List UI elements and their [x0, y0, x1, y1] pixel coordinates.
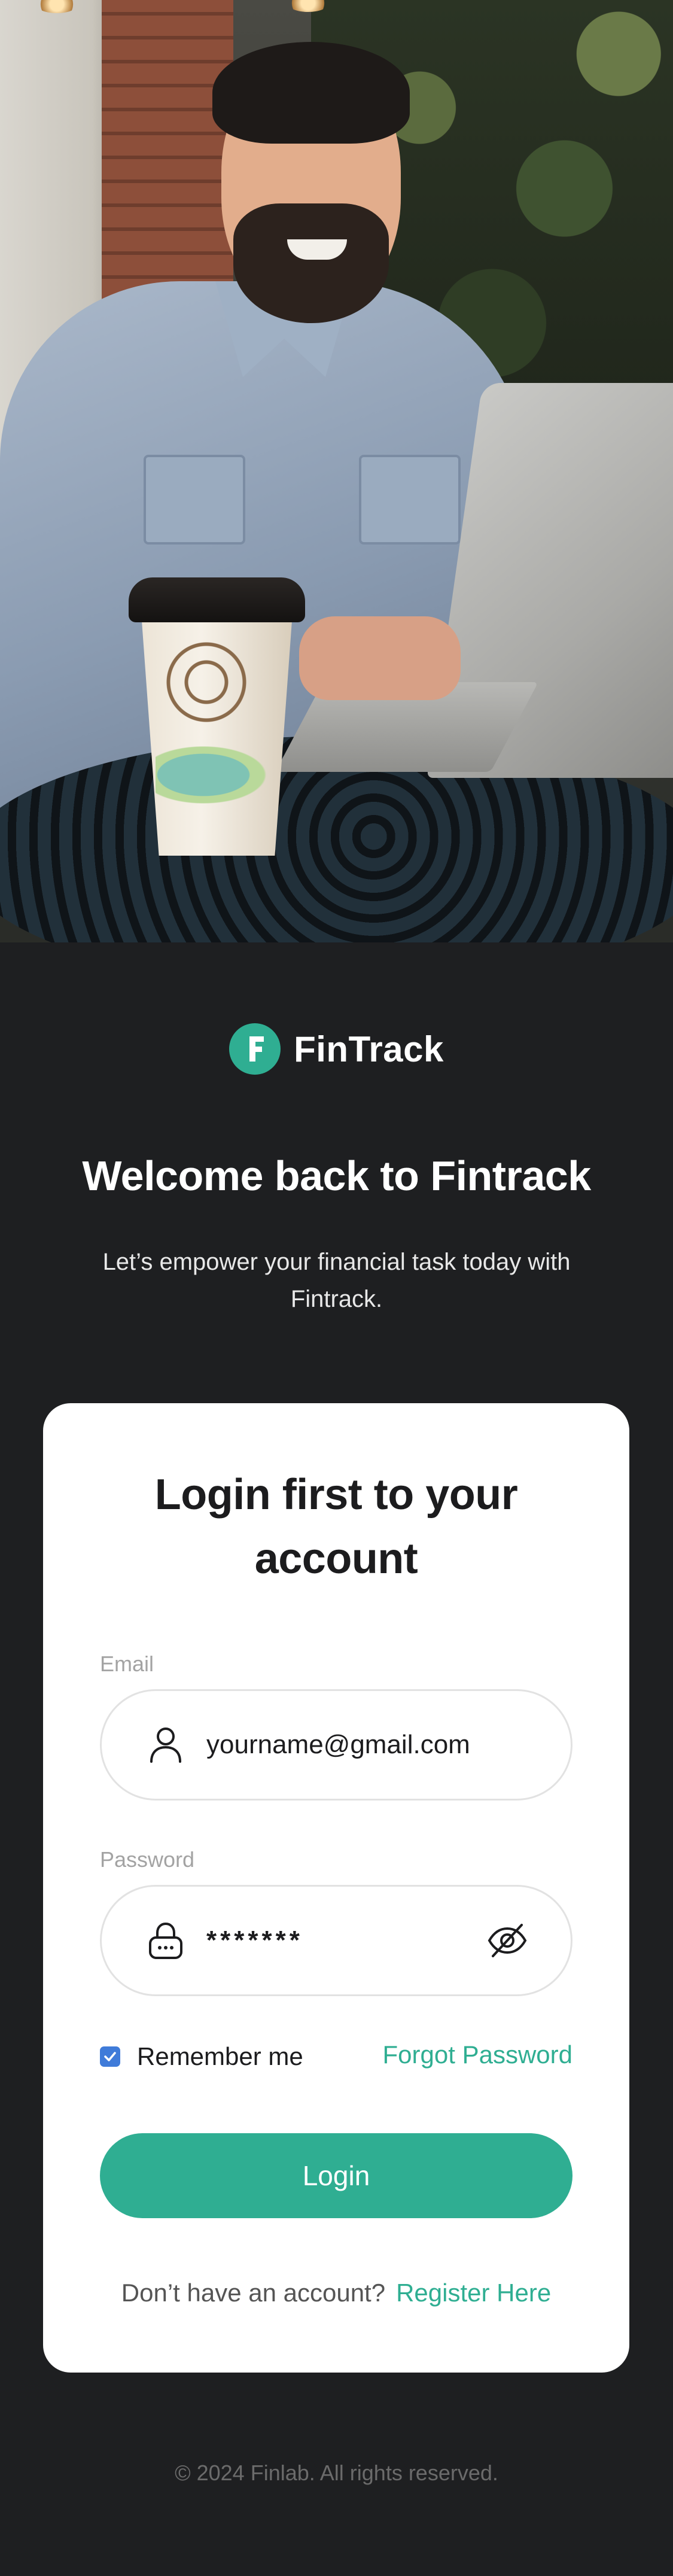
email-value[interactable]: yourname@gmail.com	[206, 1730, 571, 1760]
register-row: Don’t have an account? Register Here	[43, 2279, 629, 2307]
password-field[interactable]: *******	[100, 1885, 572, 1996]
forgot-password-link[interactable]: Forgot Password	[383, 2040, 572, 2069]
register-link[interactable]: Register Here	[396, 2279, 551, 2307]
email-field[interactable]: yourname@gmail.com	[100, 1689, 572, 1801]
login-button[interactable]: Login	[100, 2133, 572, 2218]
brand-header: FinTrack	[0, 1023, 673, 1075]
check-icon	[104, 2052, 116, 2061]
password-value[interactable]: *******	[206, 1926, 485, 1955]
footer-copyright: © 2024 Finlab. All rights reserved.	[175, 2461, 498, 2485]
cup-pattern	[156, 742, 275, 808]
password-label: Password	[100, 1847, 195, 1872]
cup-pattern	[159, 634, 278, 754]
person-beard	[233, 203, 389, 323]
shirt-pocket	[144, 455, 245, 545]
logo-f-icon	[249, 1036, 264, 1062]
shirt-pocket	[359, 455, 461, 545]
register-prompt: Don’t have an account?	[121, 2279, 386, 2307]
cup-lid	[129, 577, 305, 622]
email-label: Email	[100, 1652, 154, 1676]
remember-me-checkbox[interactable]	[100, 2046, 120, 2067]
welcome-heading: Welcome back to Fintrack	[82, 1152, 591, 1199]
remember-me[interactable]: Remember me	[100, 2042, 303, 2071]
brand-name: FinTrack	[294, 1029, 444, 1069]
person-hair	[212, 42, 410, 144]
welcome-tagline: Let’s empower your financial task today …	[102, 1249, 571, 1312]
remember-me-label: Remember me	[137, 2042, 303, 2070]
person-hand	[299, 616, 461, 700]
login-card-title: Login first to your account	[154, 1471, 518, 1583]
fintrack-logo-icon	[229, 1023, 281, 1075]
lock-icon	[147, 1921, 185, 1960]
eye-off-icon[interactable]	[485, 1918, 530, 1963]
login-card: Login first to your account Email yourna…	[43, 1403, 629, 2373]
user-icon	[147, 1726, 185, 1764]
hero-photo	[0, 0, 673, 942]
